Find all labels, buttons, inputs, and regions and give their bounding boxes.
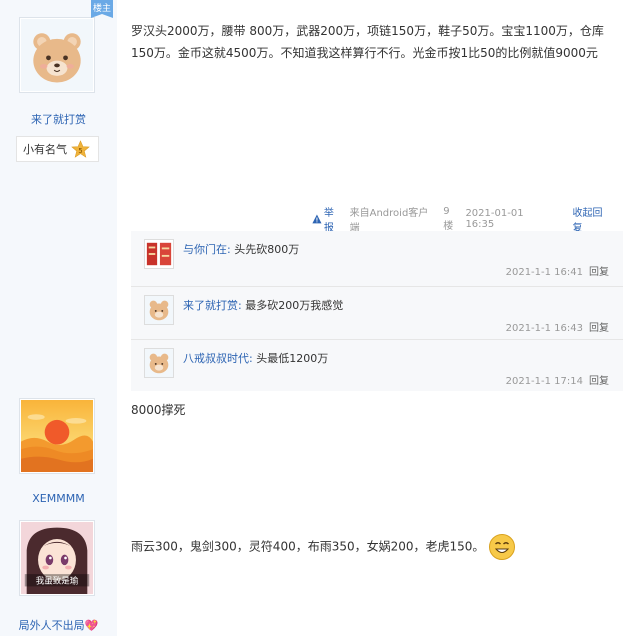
reply-body: 来了就打赏: 最多砍200万我感觉: [183, 297, 343, 313]
post-tail: 举报 来自Android客户端 9楼 2021-01-01 16:35 收起回复: [312, 206, 612, 234]
author-name[interactable]: XEMMMM: [0, 492, 117, 505]
floor-number: 9楼: [443, 206, 454, 232]
post-content: 8000撑死: [131, 403, 186, 417]
reply-avatar[interactable]: [144, 348, 174, 378]
bear-avatar-icon: [145, 296, 173, 324]
reply-time: 2021-1-1 16:43: [505, 323, 583, 334]
reply-list: 与你门在: 头先砍800万 2021-1-1 16:41 回复 来了就打赏: 最多…: [131, 231, 623, 391]
reply-user[interactable]: 八戒叔叔时代:: [183, 352, 253, 365]
reply-avatar[interactable]: [144, 295, 174, 325]
reply-meta: 2021-1-1 16:41 回复: [506, 263, 609, 278]
reply-meta: 2021-1-1 16:43 回复: [506, 319, 609, 334]
client-source[interactable]: 来自Android客户端: [350, 204, 438, 234]
level-star-icon: 5: [71, 139, 90, 158]
post-3: 我虽致是瑜 局外人不出局💖 雨云300，鬼剑300，灵符400，布雨350，女娲…: [0, 514, 640, 636]
louzhu-badge: 楼主: [91, 0, 113, 18]
report-link[interactable]: 举报: [312, 204, 344, 234]
author-name[interactable]: 来了就打赏: [0, 111, 117, 127]
reply-item: 与你门在: 头先砍800万 2021-1-1 16:41 回复: [131, 231, 623, 283]
reply-body: 与你门在: 头先砍800万: [183, 241, 299, 257]
reply-button[interactable]: 回复: [589, 323, 609, 334]
post-1: 楼主 来了就打赏 小有名气 5 罗汉头2000万，腰带 800万，武器200万，…: [0, 0, 640, 394]
author-name[interactable]: 局外人不出局💖: [0, 617, 117, 633]
reply-button[interactable]: 回复: [589, 267, 609, 278]
reply-avatar[interactable]: [144, 239, 174, 269]
reply-user[interactable]: 与你门在:: [183, 243, 231, 256]
author-avatar[interactable]: [19, 398, 95, 474]
reply-button[interactable]: 回复: [589, 376, 609, 387]
anime-girl-avatar-icon: 我虽致是瑜: [21, 522, 93, 594]
reply-body: 八戒叔叔时代: 头最低1200万: [183, 350, 328, 366]
collapse-replies-button[interactable]: 收起回复: [573, 204, 613, 234]
bear-avatar-icon: [145, 349, 173, 377]
bear-avatar-icon: [21, 19, 93, 91]
reply-time: 2021-1-1 17:14: [505, 376, 583, 387]
post-content: 罗汉头2000万，腰带 800万，武器200万，项链150万，鞋子50万。宝宝1…: [131, 24, 604, 60]
sunset-avatar-icon: [21, 400, 93, 472]
author-avatar[interactable]: [19, 17, 95, 93]
report-label: 举报: [323, 208, 334, 234]
avatar-caption: 我虽致是瑜: [36, 576, 79, 587]
reply-time: 2021-1-1 16:41: [505, 267, 583, 278]
post-content-row: 雨云300，鬼剑300，灵符400，布雨350，女娲200，老虎150。: [131, 533, 621, 561]
level-badge[interactable]: 小有名气 5: [16, 136, 99, 162]
post-datetime: 2021-01-01 16:35: [465, 208, 524, 230]
reply-item: 八戒叔叔时代: 头最低1200万 2021-1-1 17:14 回复: [131, 339, 623, 392]
level-label: 小有名气: [23, 143, 67, 156]
level-number: 5: [78, 146, 82, 154]
reply-meta: 2021-1-1 17:14 回复: [506, 372, 609, 387]
red-calligraphy-avatar-icon: [145, 240, 173, 268]
reply-user[interactable]: 来了就打赏:: [183, 299, 242, 312]
reply-text: 头最低1200万: [256, 352, 329, 365]
warning-icon: [312, 214, 322, 224]
author-avatar[interactable]: 我虽致是瑜: [19, 520, 95, 596]
reply-item: 来了就打赏: 最多砍200万我感觉 2021-1-1 16:43 回复: [131, 286, 623, 339]
smile-emoji-icon: [489, 534, 516, 560]
post-content: 雨云300，鬼剑300，灵符400，布雨350，女娲200，老虎150。: [131, 539, 485, 554]
post-2: XEMMMM 8000撑死: [0, 394, 640, 512]
reply-text: 最多砍200万我感觉: [245, 299, 344, 312]
reply-text: 头先砍800万: [234, 243, 300, 256]
